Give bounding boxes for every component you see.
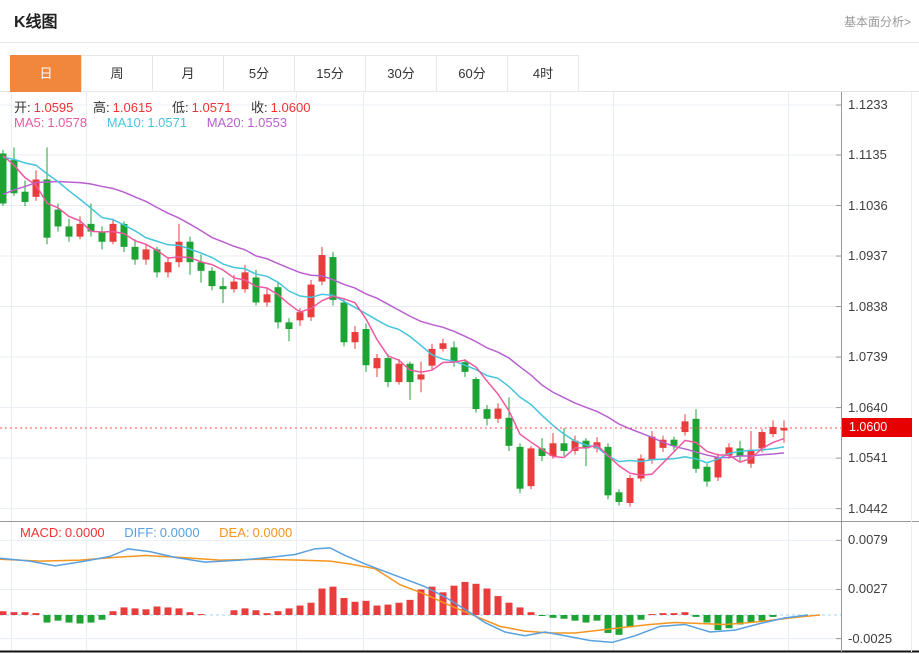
tab-60min[interactable]: 60分: [436, 55, 508, 92]
ma5-group: MA5: 1.0578: [14, 115, 87, 130]
dea-group: DEA: 0.0000: [219, 525, 292, 540]
diff-label: DIFF:: [124, 525, 157, 540]
ma10-line: [2, 156, 785, 464]
ma20-label: MA20:: [206, 115, 245, 130]
diff-group: DIFF: 0.0000: [124, 525, 199, 540]
close-value: 1.0600: [270, 100, 311, 115]
low-group: 低: 1.0571: [172, 100, 231, 115]
low-value: 1.0571: [191, 100, 232, 115]
open-group: 开: 1.0595: [14, 100, 73, 115]
frame: [0, 92, 919, 653]
page-title: K线图: [14, 14, 58, 31]
y-axis-label: 1.1233: [848, 97, 888, 112]
current-price-badge: 1.0600: [842, 418, 912, 438]
tab-4hour[interactable]: 4时: [507, 55, 579, 92]
open-value: 1.0595: [33, 100, 74, 115]
y-axis-label: 1.0640: [848, 399, 888, 415]
ma10-group: MA10: 1.0571: [107, 115, 187, 130]
high-value: 1.0615: [112, 100, 153, 115]
ma10-label: MA10:: [106, 115, 145, 130]
y-axis-label: 1.0739: [848, 349, 888, 365]
y-axis-label: 0.0027: [848, 581, 888, 597]
ma10-value: 1.0571: [147, 115, 188, 130]
open-label: 开:: [14, 100, 31, 115]
axis-ticks: [836, 104, 841, 640]
ma20-group: MA20: 1.0553: [207, 115, 287, 130]
y-axis-label: 1.0541: [848, 450, 888, 466]
dea-line: [0, 554, 821, 634]
y-axis-label: 0.0079: [848, 532, 888, 548]
tab-week[interactable]: 周: [81, 55, 153, 92]
tab-month[interactable]: 月: [152, 55, 224, 92]
header-divider: [0, 42, 919, 43]
y-axis-label: 1.0442: [848, 500, 888, 516]
tab-15min[interactable]: 15分: [294, 55, 366, 92]
tab-day[interactable]: 日: [10, 55, 82, 92]
tab-5min[interactable]: 5分: [223, 55, 295, 92]
y-axis-label: 1.1036: [848, 197, 888, 213]
high-group: 高: 1.0615: [93, 100, 152, 115]
candlestick-series: [0, 147, 788, 507]
ma-legend: MA5: 1.0578 MA10: 1.0571 MA20: 1.0553: [14, 115, 287, 130]
macd-legend: MACD: 0.0000 DIFF: 0.0000 DEA: 0.0000: [20, 525, 292, 540]
ohlc-legend: 开: 1.0595 高: 1.0615 低: 1.0571 收: 1.0600: [14, 97, 310, 116]
ma5-label: MA5:: [14, 115, 45, 130]
high-label: 高:: [93, 100, 110, 115]
ma20-value: 1.0553: [247, 115, 288, 130]
y-axis-label: -0.0025: [848, 630, 893, 646]
close-label: 收:: [251, 100, 268, 115]
y-axis-label: 1.0937: [848, 248, 888, 264]
macd-group: MACD: 0.0000: [20, 525, 105, 540]
macd-label: MACD:: [20, 525, 62, 540]
dea-label: DEA:: [219, 525, 250, 540]
diff-value: 0.0000: [159, 525, 200, 540]
dea-value: 0.0000: [252, 525, 293, 540]
y-axis-label: 1.0838: [848, 298, 888, 314]
tab-30min[interactable]: 30分: [365, 55, 437, 92]
ma5-line: [2, 154, 785, 476]
interval-tabbar: 日周月 5分 15分 30分 60分 4时: [0, 55, 919, 92]
low-label: 低:: [172, 100, 189, 115]
fundamental-analysis-link[interactable]: 基本面分析>: [844, 13, 911, 30]
close-group: 收: 1.0600: [251, 100, 310, 115]
macd-value: 0.0000: [64, 525, 105, 540]
ma5-value: 1.0578: [47, 115, 88, 130]
y-axis-label: 1.1135: [848, 147, 887, 162]
interval-tabs: 日周月 5分 15分 30分 60分 4时: [10, 55, 579, 92]
diff-line: [0, 547, 809, 644]
